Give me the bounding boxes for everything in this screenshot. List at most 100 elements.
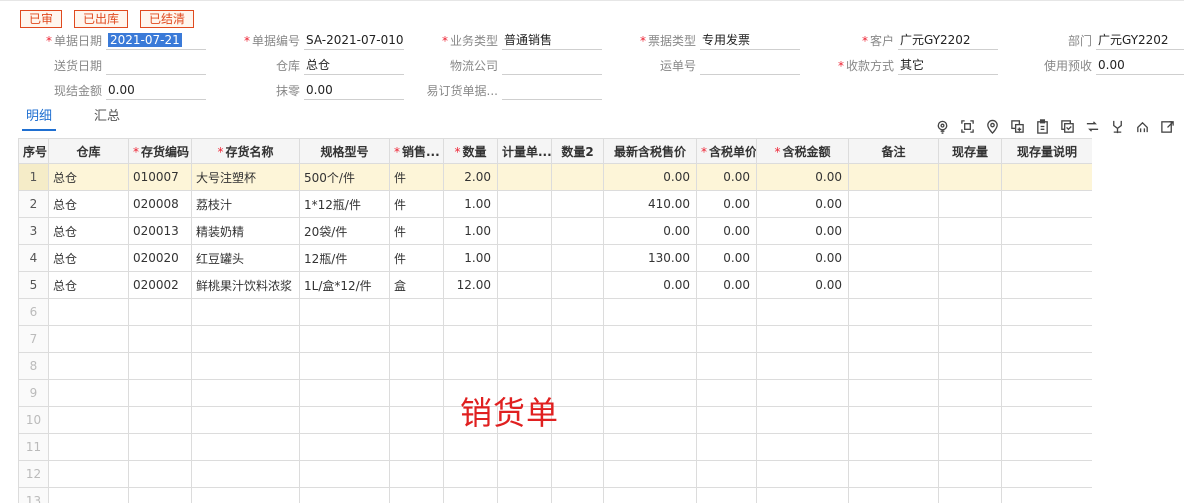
table-cell[interactable] [756, 460, 849, 488]
table-cell[interactable]: 0.00 [696, 217, 757, 245]
form-field-input[interactable]: 0.00 [304, 80, 404, 100]
export-icon[interactable] [1159, 118, 1176, 135]
table-cell[interactable] [848, 190, 939, 218]
table-cell[interactable] [191, 487, 300, 503]
table-cell[interactable]: 1L/盒*12/件 [299, 271, 390, 299]
table-cell[interactable]: 总仓 [48, 244, 129, 272]
table-cell[interactable] [128, 325, 192, 353]
table-cell[interactable]: 0.00 [696, 271, 757, 299]
form-field-input[interactable]: 0.00 [106, 80, 206, 100]
table-cell[interactable] [938, 352, 1002, 380]
table-cell[interactable]: 鲜桃果汁饮料浓浆 [191, 271, 300, 299]
table-cell[interactable]: 荔枝汁 [191, 190, 300, 218]
table-cell[interactable]: 1.00 [443, 217, 498, 245]
table-cell[interactable] [443, 433, 498, 461]
table-cell[interactable]: 总仓 [48, 271, 129, 299]
table-cell[interactable] [299, 487, 390, 503]
form-field-input[interactable]: 专用发票 [700, 30, 800, 50]
table-cell[interactable] [191, 352, 300, 380]
table-cell[interactable] [128, 460, 192, 488]
table-cell[interactable] [551, 325, 604, 353]
table-cell[interactable]: 020002 [128, 271, 192, 299]
table-cell[interactable] [848, 325, 939, 353]
table-row-empty[interactable]: 8 [18, 352, 1092, 380]
table-cell[interactable]: 20袋/件 [299, 217, 390, 245]
table-cell[interactable] [848, 379, 939, 407]
table-cell[interactable] [1001, 352, 1092, 380]
form-field-input[interactable] [106, 55, 206, 75]
table-cell[interactable] [1001, 298, 1092, 326]
form-field-input[interactable]: 0.00 [1096, 55, 1184, 75]
table-cell[interactable] [48, 352, 129, 380]
column-header[interactable]: * 含税单价 [696, 138, 757, 164]
column-header[interactable]: 计量单... [497, 138, 552, 164]
table-cell[interactable] [696, 352, 757, 380]
table-cell[interactable] [938, 163, 1002, 191]
column-header[interactable]: * 含税金额 [756, 138, 849, 164]
table-cell[interactable] [551, 190, 604, 218]
table-cell[interactable] [299, 379, 390, 407]
table-cell[interactable] [848, 244, 939, 272]
table-cell[interactable] [603, 379, 697, 407]
table-cell[interactable] [191, 298, 300, 326]
table-cell[interactable] [48, 325, 129, 353]
table-row-empty[interactable]: 6 [18, 298, 1092, 326]
table-cell[interactable] [443, 460, 498, 488]
table-cell[interactable]: 0.00 [756, 163, 849, 191]
table-cell[interactable] [497, 217, 552, 245]
table-cell[interactable] [551, 460, 604, 488]
table-cell[interactable] [696, 379, 757, 407]
table-cell[interactable] [551, 487, 604, 503]
table-cell[interactable]: 0.00 [696, 190, 757, 218]
table-cell[interactable]: 件 [389, 163, 444, 191]
table-cell[interactable] [603, 433, 697, 461]
table-cell[interactable] [389, 325, 444, 353]
table-cell[interactable] [497, 460, 552, 488]
column-header[interactable]: 数量2 [551, 138, 604, 164]
table-row[interactable]: 5 总仓 020002 鲜桃果汁饮料浓浆 1L/盒*12/件盒 12.00 0.00 0.00… [18, 271, 1092, 299]
table-cell[interactable] [603, 406, 697, 434]
map-pin-icon[interactable] [984, 118, 1001, 135]
table-cell[interactable] [299, 325, 390, 353]
column-header[interactable]: * 数量 [443, 138, 498, 164]
form-field-input[interactable]: 广元GY2202 [1096, 30, 1184, 50]
table-cell[interactable] [389, 433, 444, 461]
table-cell[interactable] [551, 244, 604, 272]
table-cell[interactable] [128, 433, 192, 461]
table-cell[interactable] [299, 352, 390, 380]
split-icon[interactable] [1109, 118, 1126, 135]
table-cell[interactable] [848, 352, 939, 380]
table-cell[interactable] [1001, 379, 1092, 407]
table-cell[interactable] [389, 487, 444, 503]
table-cell[interactable] [756, 379, 849, 407]
table-cell[interactable] [1001, 325, 1092, 353]
table-cell[interactable] [128, 406, 192, 434]
table-cell[interactable] [128, 379, 192, 407]
table-cell[interactable] [497, 190, 552, 218]
table-cell[interactable]: 0.00 [603, 271, 697, 299]
table-cell[interactable] [497, 433, 552, 461]
table-cell[interactable]: 020008 [128, 190, 192, 218]
table-row-empty[interactable]: 11 [18, 433, 1092, 461]
table-cell[interactable] [497, 244, 552, 272]
paste-icon[interactable] [1034, 118, 1051, 135]
table-cell[interactable] [696, 325, 757, 353]
table-cell[interactable] [443, 325, 498, 353]
table-cell[interactable] [443, 352, 498, 380]
table-cell[interactable] [128, 298, 192, 326]
table-cell[interactable] [1001, 271, 1092, 299]
table-cell[interactable] [191, 460, 300, 488]
column-header[interactable]: * 销售... [389, 138, 444, 164]
table-cell[interactable] [299, 433, 390, 461]
table-cell[interactable] [848, 460, 939, 488]
form-field-input[interactable]: 广元GY2202 [898, 30, 998, 50]
table-cell[interactable] [603, 352, 697, 380]
table-cell[interactable]: 精装奶精 [191, 217, 300, 245]
table-cell[interactable] [756, 298, 849, 326]
column-header[interactable]: 仓库 [48, 138, 129, 164]
table-row[interactable]: 1 总仓 010007 大号注塑杯 500个/件件 2.00 0.00 0.00 0.00 [18, 163, 1092, 191]
table-cell[interactable]: 1.00 [443, 190, 498, 218]
table-cell[interactable] [48, 379, 129, 407]
table-cell[interactable] [389, 379, 444, 407]
table-cell[interactable] [551, 352, 604, 380]
